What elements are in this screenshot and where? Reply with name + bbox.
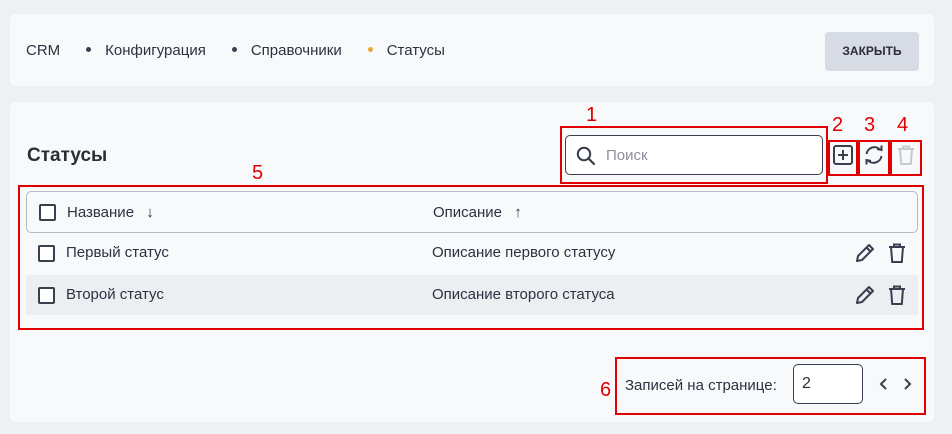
annotation-box-refresh	[858, 140, 890, 176]
annotation-box-search	[560, 126, 828, 184]
annotation-box-add	[828, 140, 858, 176]
close-button[interactable]: ЗАКРЫТЬ	[825, 32, 919, 71]
annotation-label-1: 1	[586, 104, 598, 126]
annotation-box-pagination	[615, 357, 926, 415]
breadcrumb-separator	[231, 46, 237, 52]
breadcrumb-separator	[86, 46, 92, 52]
annotation-label-3: 3	[864, 114, 876, 136]
breadcrumb-separator-active	[367, 46, 373, 52]
breadcrumb-directories[interactable]: Справочники	[251, 42, 342, 59]
annotation-box-table	[18, 185, 924, 330]
annotation-label-4: 4	[897, 114, 909, 136]
top-bar: CRM Конфигурация Справочники Статусы ЗАКРЫТ…	[10, 14, 934, 86]
breadcrumb: CRM Конфигурация Справочники Статусы	[26, 42, 445, 59]
annotation-label-2: 2	[832, 114, 844, 136]
page-title: Статусы	[27, 145, 108, 166]
breadcrumb-crm[interactable]: CRM	[26, 42, 60, 59]
breadcrumb-configuration[interactable]: Конфигурация	[105, 42, 206, 59]
annotation-label-5: 5	[252, 162, 264, 184]
annotation-box-delete	[890, 140, 922, 176]
annotation-label-6: 6	[600, 379, 612, 401]
breadcrumb-statuses: Статусы	[386, 42, 445, 59]
